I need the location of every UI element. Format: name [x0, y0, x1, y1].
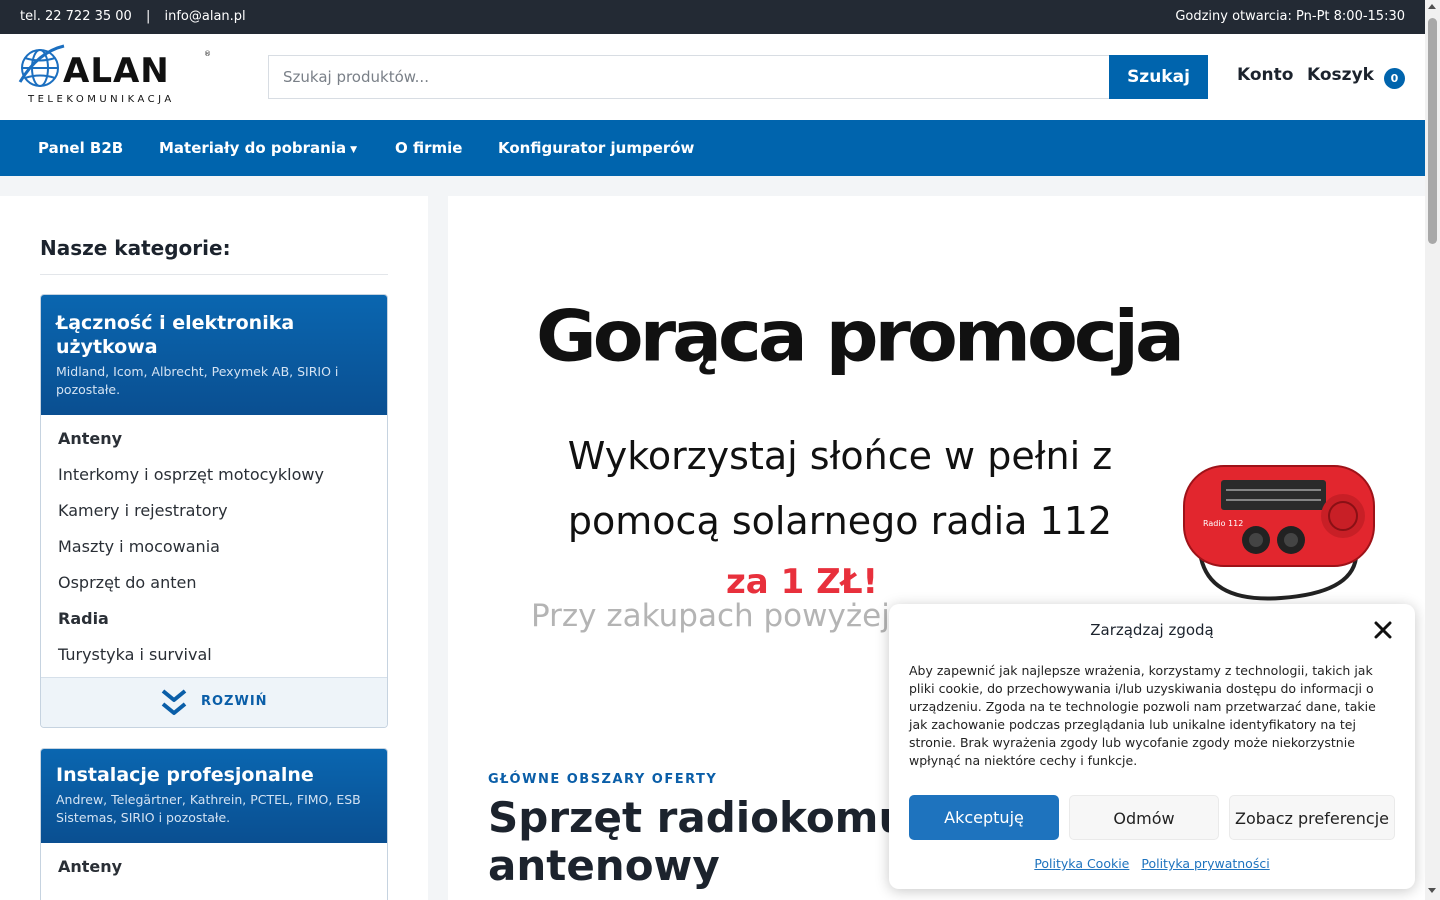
svg-text:®: ®: [204, 50, 211, 58]
nav-item-label: Konfigurator jumperów: [498, 139, 695, 157]
list-item[interactable]: Interkomy i osprzęt motocyklowy: [41, 457, 387, 493]
category-title: Instalacje profesjonalne: [56, 764, 314, 786]
caret-down-icon: ▼: [350, 145, 358, 155]
solar-radio-image: Radio 112: [1183, 465, 1375, 601]
promo-price: za 1 ZŁ!: [726, 562, 879, 602]
list-item[interactable]: Radia: [41, 601, 387, 637]
close-icon[interactable]: [1373, 620, 1393, 640]
cookie-title: Zarządzaj zgodą: [1090, 621, 1214, 639]
scroll-up-arrow-icon[interactable]: [1428, 4, 1436, 9]
list-item[interactable]: Turystyka i survival: [41, 637, 387, 673]
accept-button[interactable]: Akceptuję: [909, 795, 1059, 840]
double-chevron-down-icon: [161, 689, 187, 715]
expand-label: ROZWIŃ: [201, 694, 268, 709]
topbar-separator: |: [145, 9, 151, 24]
privacy-policy-link[interactable]: Polityka prywatności: [1141, 856, 1269, 871]
list-item[interactable]: Maszty i mocowania: [41, 529, 387, 565]
globe-logo-icon: ALAN ® TELEKOMUNIKACJA: [18, 44, 211, 105]
cookie-policy-link[interactable]: Polityka Cookie: [1034, 856, 1129, 871]
list-item[interactable]: Anteny: [41, 849, 387, 885]
category-header[interactable]: Instalacje profesjonalne Andrew, Telegär…: [41, 749, 387, 843]
cart-count-badge[interactable]: 0: [1384, 68, 1405, 89]
main-nav: Panel B2B Materiały do pobrania ▼ O firmi…: [0, 120, 1425, 176]
cart-link[interactable]: Koszyk: [1307, 65, 1374, 85]
divider: [40, 274, 388, 275]
topbar-phone[interactable]: tel. 22 722 35 00: [20, 9, 132, 24]
topbar: tel. 22 722 35 00 | info@alan.pl Godziny…: [0, 0, 1425, 34]
nav-item-o-firmie[interactable]: O firmie: [395, 139, 462, 157]
search-input[interactable]: [268, 55, 1110, 99]
nav-item-materialy[interactable]: Materiały do pobrania ▼: [159, 139, 357, 157]
nav-item-panel-b2b[interactable]: Panel B2B: [38, 139, 123, 157]
cookie-links: Polityka Cookie Polityka prywatności: [889, 856, 1415, 871]
category-subtitle: Midland, Icom, Albrecht, Pexymek AB, SIR…: [56, 364, 339, 397]
sidebar: Nasze kategorie: Łączność i elektronika …: [0, 196, 428, 900]
account-link[interactable]: Konto: [1237, 65, 1293, 85]
cookie-consent-dialog: Zarządzaj zgodą Aby zapewnić jak najleps…: [889, 604, 1415, 889]
category-header[interactable]: Łączność i elektronika użytkowa Midland,…: [41, 295, 387, 415]
promo-text: Wykorzystaj słońce w pełni z pomocą sola…: [567, 434, 1113, 543]
search-bar: Szukaj: [268, 55, 1208, 99]
list-item[interactable]: Osprzęt do anten: [41, 565, 387, 601]
nav-item-label: Materiały do pobrania: [159, 139, 347, 157]
svg-text:TELEKOMUNIKACJA: TELEKOMUNIKACJA: [27, 94, 175, 105]
scroll-down-arrow-icon[interactable]: [1428, 888, 1436, 893]
promo-headline: Gorąca promocja: [536, 296, 1185, 378]
section-eyebrow: GŁÓWNE OBSZARY OFERTY: [488, 772, 718, 787]
cookie-text: Aby zapewnić jak najlepsze wrażenia, kor…: [909, 663, 1376, 768]
alan-logo[interactable]: ALAN ® TELEKOMUNIKACJA: [18, 42, 218, 106]
svg-text:Radio 112: Radio 112: [1203, 519, 1243, 528]
svg-text:ALAN: ALAN: [63, 51, 170, 91]
scrollbar-thumb[interactable]: [1428, 18, 1437, 244]
category-subtitle: Andrew, Telegärtner, Kathrein, PCTEL, FI…: [56, 792, 361, 825]
category-title: Łączność i elektronika użytkowa: [56, 312, 295, 358]
search-button[interactable]: Szukaj: [1109, 55, 1208, 99]
nav-item-konfigurator[interactable]: Konfigurator jumperów: [498, 139, 694, 157]
list-item[interactable]: Kamery i rejestratory: [41, 493, 387, 529]
topbar-hours: Godziny otwarcia: Pn-Pt 8:00-15:30: [1175, 9, 1405, 24]
header: ALAN ® TELEKOMUNIKACJA Szukaj Konto Kosz…: [0, 34, 1425, 120]
category-list: Anteny: [41, 843, 387, 889]
category-card-lacznosc: Łączność i elektronika użytkowa Midland,…: [40, 294, 388, 728]
category-list: Anteny Interkomy i osprzęt motocyklowy K…: [41, 415, 387, 677]
preferences-button[interactable]: Zobacz preferencje: [1229, 795, 1395, 840]
list-item[interactable]: Anteny: [41, 421, 387, 457]
category-card-instalacje: Instalacje profesjonalne Andrew, Telegär…: [40, 748, 388, 900]
deny-button[interactable]: Odmów: [1069, 795, 1219, 840]
topbar-contact: tel. 22 722 35 00 | info@alan.pl: [20, 9, 256, 24]
topbar-email[interactable]: info@alan.pl: [164, 9, 245, 24]
nav-item-label: Panel B2B: [38, 139, 124, 157]
sidebar-title: Nasze kategorie:: [40, 236, 231, 260]
nav-item-label: O firmie: [395, 139, 463, 157]
page-scrollbar[interactable]: [1425, 0, 1440, 900]
expand-button[interactable]: ROZWIŃ: [41, 677, 387, 727]
promo-condition: Przy zakupach powyżej: [531, 598, 890, 634]
